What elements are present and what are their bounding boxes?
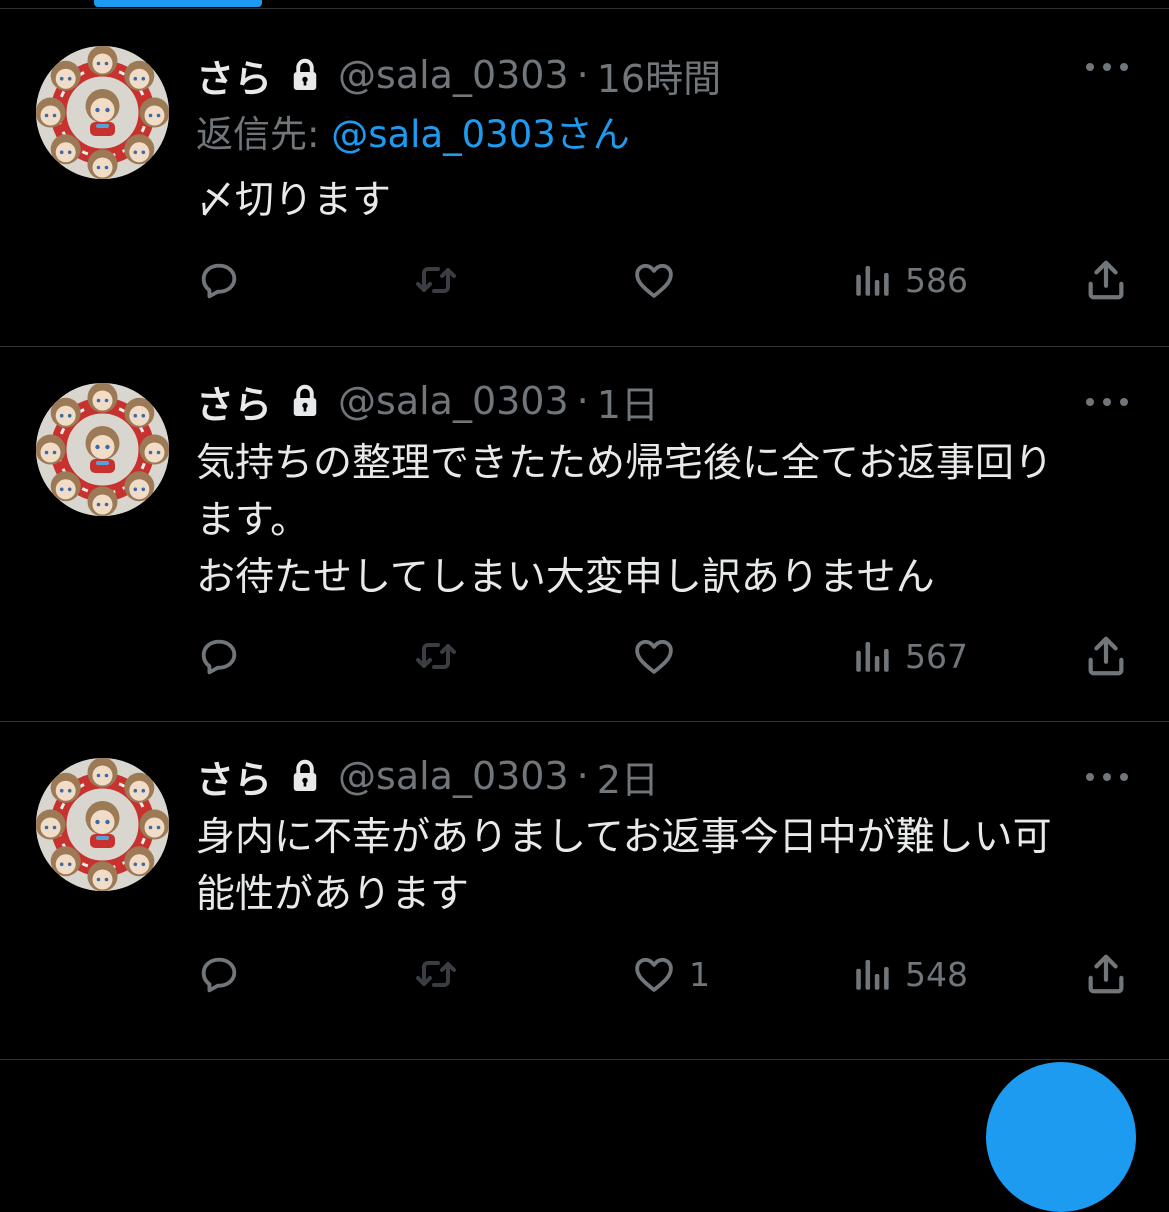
tweet-text-line: 〆切ります [196, 178, 392, 223]
timestamp[interactable]: 1日 [597, 374, 659, 429]
avatar[interactable] [36, 758, 169, 891]
views-icon [851, 635, 893, 677]
timestamp[interactable]: 16時間 [597, 48, 721, 103]
reply-icon [196, 257, 242, 303]
user-handle[interactable]: @sala_0303 [338, 379, 569, 423]
tweet-card[interactable]: さら @sala_0303 · 2日 身内に不幸がありましてお返事今日中が難しい… [0, 722, 1169, 1060]
tweet-text: 〆切ります [196, 172, 1141, 229]
lock-icon [290, 383, 320, 419]
retweet-icon [412, 632, 460, 680]
like-button[interactable] [631, 255, 689, 305]
retweet-button[interactable] [412, 255, 460, 305]
reply-icon [196, 951, 242, 997]
separator-dot: · [576, 53, 589, 97]
retweet-button[interactable] [412, 949, 460, 999]
views-button[interactable]: 567 [851, 631, 968, 681]
display-name[interactable]: さら [196, 374, 272, 429]
tab-active-indicator [94, 0, 262, 7]
views-icon [851, 953, 893, 995]
like-icon [631, 951, 677, 997]
like-button[interactable]: 1 [631, 949, 710, 999]
reply-to-label: 返信先: [196, 113, 332, 156]
retweet-icon [412, 256, 460, 304]
avatar[interactable] [36, 46, 169, 179]
tweet-card[interactable]: さら @sala_0303 · 16時間 返信先: @sala_0303さん 〆… [0, 9, 1169, 347]
compose-button[interactable] [986, 1062, 1136, 1212]
lock-icon [290, 758, 320, 794]
action-bar: 1 548 [0, 949, 1169, 999]
view-count: 548 [905, 954, 968, 994]
reply-to-line: 返信先: @sala_0303さん [196, 104, 630, 158]
share-icon [1083, 633, 1129, 679]
view-count: 567 [905, 636, 968, 676]
like-button[interactable] [631, 631, 689, 681]
lock-icon [290, 57, 320, 93]
timestamp[interactable]: 2日 [597, 749, 659, 804]
tweet-text-line: 身内に不幸がありましてお返事今日中が難しい可 [196, 815, 1052, 860]
share-icon [1083, 951, 1129, 997]
tweet-header: さら @sala_0303 · 1日 [196, 377, 659, 427]
user-handle[interactable]: @sala_0303 [338, 754, 569, 798]
tweet-text: 気持ちの整理できたため帰宅後に全てお返事回り ます。 お待たせしてしまい大変申し… [196, 435, 1141, 606]
separator-dot: · [576, 379, 589, 423]
separator-dot: · [576, 754, 589, 798]
tweet-text-line: 気持ちの整理できたため帰宅後に全てお返事回り [196, 441, 1053, 486]
like-icon [631, 633, 677, 679]
tweet-text-line: ます。 [196, 498, 310, 543]
action-bar: 586 [0, 255, 1169, 305]
reply-button[interactable] [196, 631, 242, 681]
display-name[interactable]: さら [196, 48, 272, 103]
retweet-icon [412, 950, 460, 998]
tweet-text-line: お待たせしてしまい大変申し訳ありません [196, 555, 935, 600]
action-bar: 567 [0, 631, 1169, 681]
views-icon [851, 259, 893, 301]
share-button[interactable] [1083, 255, 1129, 305]
user-handle[interactable]: @sala_0303 [338, 53, 569, 97]
view-count: 586 [905, 260, 968, 300]
share-icon [1083, 257, 1129, 303]
like-icon [631, 257, 677, 303]
reply-button[interactable] [196, 255, 242, 305]
retweet-button[interactable] [412, 631, 460, 681]
views-button[interactable]: 586 [851, 255, 968, 305]
tweet-header: さら @sala_0303 · 2日 [196, 752, 659, 802]
share-button[interactable] [1083, 949, 1129, 999]
views-button[interactable]: 548 [851, 949, 968, 999]
tweet-text-line: 能性があります [196, 872, 470, 917]
reply-icon [196, 633, 242, 679]
more-icon[interactable] [1086, 57, 1128, 77]
more-icon[interactable] [1086, 392, 1128, 412]
tweet-text: 身内に不幸がありましてお返事今日中が難しい可 能性があります [196, 809, 1141, 923]
reply-to-mention[interactable]: @sala_0303さん [331, 113, 630, 156]
display-name[interactable]: さら [196, 749, 272, 804]
share-button[interactable] [1083, 631, 1129, 681]
tweet-header: さら @sala_0303 · 16時間 [196, 51, 721, 101]
like-count: 1 [689, 954, 710, 994]
avatar[interactable] [36, 383, 169, 516]
more-icon[interactable] [1086, 767, 1128, 787]
tweet-card[interactable]: さら @sala_0303 · 1日 気持ちの整理できたため帰宅後に全てお返事回… [0, 347, 1169, 722]
reply-button[interactable] [196, 949, 242, 999]
